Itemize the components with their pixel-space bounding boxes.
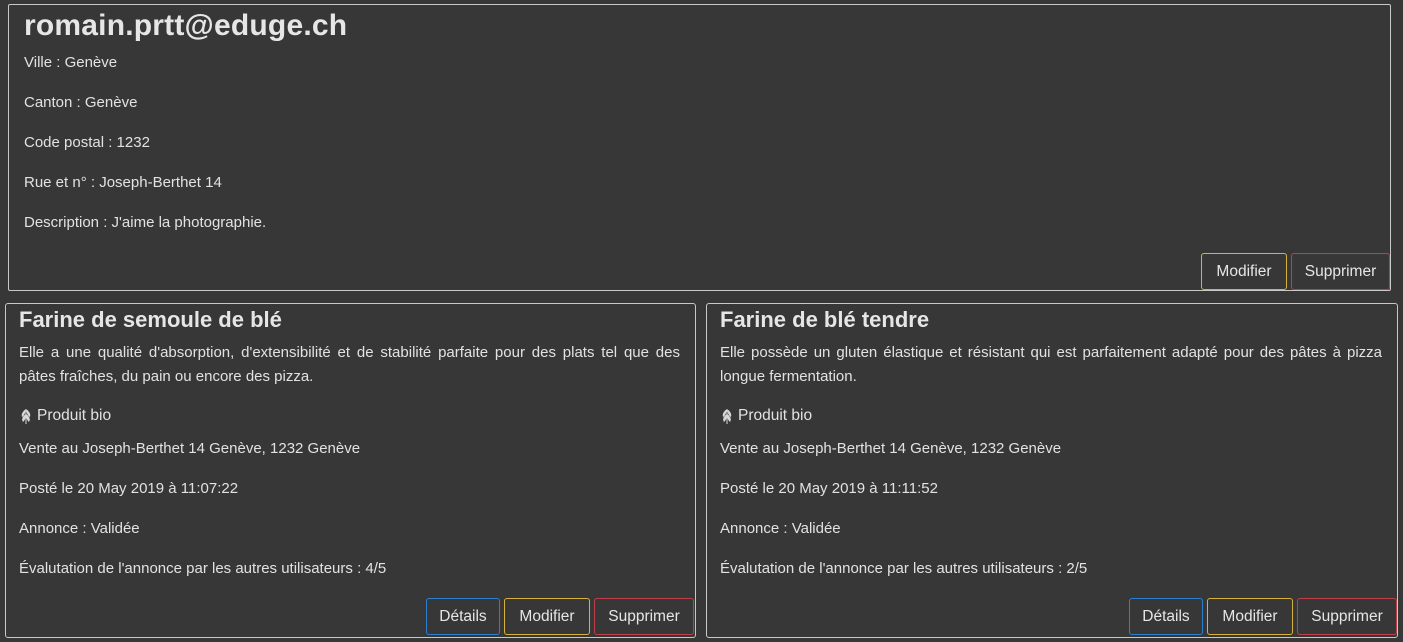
ad-rating: Évalutation de l'annonce par les autres … bbox=[19, 560, 387, 577]
ad-sale-location: Vente au Joseph-Berthet 14 Genève, 1232 … bbox=[720, 440, 1062, 457]
ad-description: Elle a une qualité d'absorption, d'exten… bbox=[19, 344, 680, 385]
profile-delete-button[interactable]: Supprimer bbox=[1291, 253, 1390, 290]
ad-rating: Évalutation de l'annonce par les autres … bbox=[720, 560, 1088, 577]
ad-status: Annonce : Validée bbox=[720, 520, 841, 537]
ad-delete-button[interactable]: Supprimer bbox=[594, 598, 694, 635]
profile-postal-code: Code postal : 1232 bbox=[24, 134, 150, 151]
ad-card: Farine de blé tendre Elle possède un glu… bbox=[706, 303, 1398, 638]
ad-status: Annonce : Validée bbox=[19, 520, 140, 537]
ad-description: Elle possède un gluten élastique et rési… bbox=[720, 344, 1382, 385]
ad-modify-button[interactable]: Modifier bbox=[504, 598, 590, 635]
profile-card: romain.prtt@eduge.ch Ville : Genève Cant… bbox=[8, 4, 1391, 291]
ad-bio-label: Produit bio bbox=[37, 407, 112, 424]
profile-description: Description : J'aime la photographie. bbox=[24, 214, 267, 231]
leaf-icon bbox=[722, 409, 732, 424]
ad-bio-label: Produit bio bbox=[738, 407, 813, 424]
ad-sale-location: Vente au Joseph-Berthet 14 Genève, 1232 … bbox=[19, 440, 361, 457]
ad-title: Farine de semoule de blé bbox=[19, 307, 282, 332]
ad-details-button[interactable]: Détails bbox=[426, 598, 500, 635]
ad-bio-badge: Produit bio bbox=[19, 407, 111, 425]
profile-canton: Canton : Genève bbox=[24, 94, 138, 111]
ad-bio-badge: Produit bio bbox=[720, 407, 812, 425]
ad-card: Farine de semoule de blé Elle a une qual… bbox=[5, 303, 696, 638]
ad-title: Farine de blé tendre bbox=[720, 307, 930, 332]
ad-modify-button[interactable]: Modifier bbox=[1207, 598, 1293, 635]
profile-modify-button[interactable]: Modifier bbox=[1201, 253, 1287, 290]
ad-posted-date: Posté le 20 May 2019 à 11:07:22 bbox=[19, 480, 239, 497]
leaf-icon bbox=[21, 409, 31, 424]
ad-details-button[interactable]: Détails bbox=[1129, 598, 1203, 635]
ad-posted-date: Posté le 20 May 2019 à 11:11:52 bbox=[720, 480, 938, 497]
profile-city: Ville : Genève bbox=[24, 54, 118, 71]
profile-street: Rue et n° : Joseph-Berthet 14 bbox=[24, 174, 222, 191]
profile-email: romain.prtt@eduge.ch bbox=[24, 9, 348, 42]
ad-delete-button[interactable]: Supprimer bbox=[1297, 598, 1397, 635]
